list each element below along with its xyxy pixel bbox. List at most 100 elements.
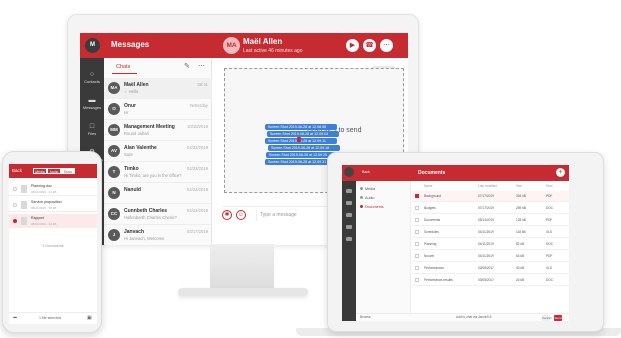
chat-name: Timko (124, 166, 139, 172)
file-name: Service proposition (31, 200, 62, 204)
chat-list-item[interactable]: J Janvach Hi Janvach, Welcome 03/17/2019 (104, 225, 212, 245)
file-name: Performances (424, 266, 444, 270)
message-icon[interactable] (346, 201, 352, 205)
nav-files[interactable]: □ Files (80, 122, 104, 136)
folder-icon: □ (89, 123, 95, 130)
tab-chats[interactable]: Chats (116, 64, 130, 70)
chat-list-item[interactable]: O Onur Hi Yesterday (104, 99, 212, 120)
table-row[interactable]: Schedules 04/11/2019 118 kB XLS (412, 227, 569, 238)
row-checkbox[interactable] (415, 218, 419, 222)
file-date: 05/14/2019 (478, 218, 494, 222)
row-checkbox[interactable] (415, 206, 419, 210)
back-button[interactable]: Back (12, 168, 22, 173)
more-icon: ⋯ (383, 42, 390, 49)
table-row[interactable]: Performances 03/08/2017 40 kB XLS (412, 263, 569, 274)
chat-preview: Hi Janvach, Welcome (124, 236, 165, 241)
file-kind: DOC (546, 278, 554, 282)
row-checkbox[interactable] (13, 219, 17, 223)
browse-button[interactable]: Browse (360, 315, 371, 319)
audio-icon (360, 196, 363, 199)
user-avatar[interactable]: M (85, 38, 100, 53)
avatar[interactable] (344, 167, 354, 177)
gear-icon[interactable] (346, 237, 352, 241)
column-header[interactable]: Name (424, 184, 433, 188)
tab-underline (112, 73, 137, 74)
file-name: Budgets (424, 206, 436, 210)
nav-contacts[interactable]: ○ Contacts (80, 70, 104, 84)
avatar: MA (108, 82, 120, 94)
nav-messages[interactable]: ▬ Messages (80, 96, 104, 110)
sidebar-item-audio[interactable]: Audio (360, 196, 374, 200)
file-kind: PDF (546, 194, 553, 198)
file-date: 04/11/2019 (478, 242, 494, 246)
row-checkbox[interactable] (415, 230, 419, 234)
avatar: O (108, 103, 120, 115)
row-checkbox[interactable] (415, 242, 419, 246)
file-date: 07/17/2019 (478, 206, 494, 210)
emoji-icon[interactable]: ☺ (236, 210, 246, 220)
chat-preview: Round Jahari (124, 131, 149, 136)
chat-list-item[interactable]: AV Alan Valenthe Sure 04/23/2019 (104, 141, 212, 162)
row-checkbox[interactable] (415, 278, 419, 282)
row-checkbox[interactable] (13, 187, 17, 191)
chat-name: Management Meeting (124, 124, 175, 130)
row-checkbox[interactable] (415, 266, 419, 270)
chat-list-item[interactable]: T Timko Hi Timko, are you in the office? 04… (104, 162, 212, 183)
list-item[interactable]: Service proposition 08/21/2019 · 58 kB (9, 198, 97, 212)
send-button[interactable]: Send (554, 315, 562, 321)
tablet-footer: Browse Add to chat via Janvich 8 Cancel … (356, 313, 569, 321)
sidebar-item-media[interactable]: Media (360, 187, 375, 191)
sidebar-item-label: Media (365, 187, 376, 191)
more-button[interactable]: ⋯ (380, 39, 393, 52)
attach-icon[interactable]: ✱ (222, 210, 232, 220)
chat-name: Cunnbeth Charles (124, 208, 168, 214)
file-name: Planning.doc (31, 184, 52, 188)
cursor-icon (297, 137, 301, 142)
chat-date: 03/17/2019 (187, 229, 208, 234)
chat-list-item[interactable]: N Nanuld 04/23/2019 (104, 183, 212, 204)
person-icon: ○ (89, 71, 95, 78)
phone-icon[interactable] (346, 225, 352, 229)
add-button[interactable]: + (556, 168, 565, 177)
segment-audio[interactable]: Audio (47, 168, 61, 174)
file-size: 118 kB (516, 230, 526, 234)
folder-icon[interactable] (346, 213, 352, 217)
column-header[interactable]: Kind (546, 184, 552, 188)
back-button[interactable]: Back (362, 170, 370, 174)
file-kind: DOC (546, 242, 554, 246)
column-header[interactable]: Last modified (478, 184, 497, 188)
column-header[interactable]: Size (516, 184, 522, 188)
contact-avatar[interactable]: MA (223, 37, 240, 54)
sidebar-item-documents[interactable]: Documents (360, 205, 384, 209)
chat-list-item[interactable]: MM Management Meeting Round Jahari 10/10/20… (104, 120, 212, 141)
documents-table: Name Last modified Size Kind Background 0… (412, 181, 569, 306)
chat-list-item[interactable]: CC Cunnbeth Charles Hallenberth Charles Ch… (104, 204, 212, 225)
segment-media[interactable]: Media (33, 168, 47, 174)
segment-docs[interactable]: Docs (61, 168, 75, 174)
file-kind: PDF (546, 254, 553, 258)
document-icon (21, 185, 27, 193)
audio-call-button[interactable]: ☎ (363, 39, 376, 52)
table-row[interactable]: Performance-results 03/08/2017 24 kB DOC (412, 275, 569, 286)
table-row[interactable]: Budgets 07/17/2019 289 kB DOC (412, 203, 569, 214)
page-title: Documents (418, 170, 446, 176)
video-call-button[interactable]: ▶ (346, 39, 359, 52)
trash-icon[interactable]: ▣ (87, 315, 92, 321)
share-icon[interactable]: ➦ (13, 315, 17, 321)
table-row[interactable]: Documents 05/14/2019 128 kB PDF (412, 215, 569, 226)
sidebar-item-label: Audio (365, 196, 375, 200)
person-icon[interactable] (346, 189, 352, 193)
chat-list-item[interactable]: MA Maël Allen ✓ Hello 09:41 (104, 78, 212, 99)
table-row[interactable]: Background 07/17/2019 394 kB PDF (412, 191, 569, 202)
table-row[interactable]: Nouvel 04/11/2019 64 kB PDF (412, 251, 569, 262)
row-checkbox[interactable] (415, 194, 419, 198)
compose-icon[interactable]: ✎ (184, 62, 190, 70)
row-checkbox[interactable] (415, 254, 419, 258)
chat-more-icon[interactable]: ⋯ (198, 62, 205, 70)
cancel-button[interactable]: Cancel (542, 315, 551, 321)
list-item[interactable]: Planning.doc 08/21/2019 · 34 kB (9, 182, 97, 196)
list-item[interactable]: Rapport 08/21/2019 · 42 kB (9, 214, 97, 228)
row-checkbox[interactable] (13, 203, 17, 207)
table-row[interactable]: Planning 04/11/2019 82 kB DOC (412, 239, 569, 250)
contact-name[interactable]: Maël Allen (243, 37, 282, 46)
